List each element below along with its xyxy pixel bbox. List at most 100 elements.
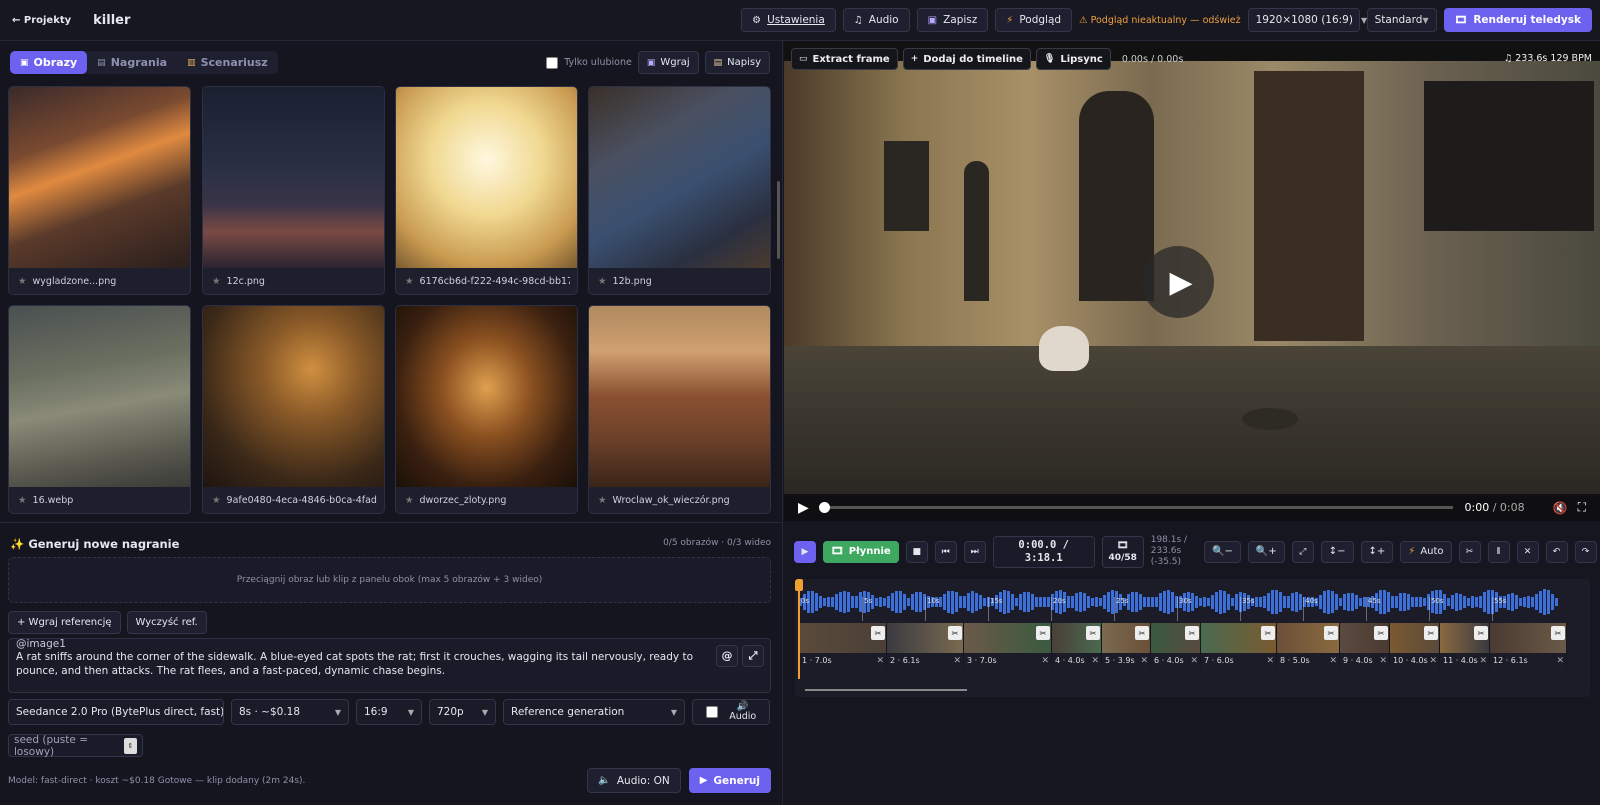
scissors-icon[interactable]: ✂	[948, 626, 962, 640]
back-to-projects-link[interactable]: ← Projekty	[12, 15, 71, 26]
video-progress-track[interactable]	[818, 502, 1453, 513]
image-card[interactable]: ★ dworzec_zloty.png	[395, 305, 578, 514]
play-icon[interactable]: ▶	[798, 500, 809, 516]
scissors-icon[interactable]: ✂	[1261, 626, 1275, 640]
grid-scrollbar[interactable]	[777, 181, 780, 259]
tab-script[interactable]: ▥ Scenariusz	[177, 51, 278, 74]
stop-icon[interactable]: ■	[905, 540, 928, 563]
timeline-clip[interactable]: ✂ 6 · 4.0s ✕	[1151, 623, 1201, 669]
star-icon[interactable]: ★	[598, 495, 607, 506]
remove-clip-icon[interactable]: ✕	[1556, 656, 1564, 666]
star-icon[interactable]: ★	[212, 495, 221, 506]
upload-button[interactable]: ▣ Wgraj	[637, 51, 699, 74]
scissors-icon[interactable]: ✂	[1036, 626, 1050, 640]
expand-icon[interactable]: ⤢	[742, 645, 764, 667]
extract-frame-button[interactable]: ▭ Extract frame	[791, 48, 898, 70]
playhead[interactable]	[795, 579, 803, 679]
play-icon[interactable]: ▶	[794, 540, 816, 563]
timeline-clip[interactable]: ✂ 1 · 7.0s ✕	[799, 623, 887, 669]
preview-outdated-warning[interactable]: ⚠ Podgląd nieaktualny — odśwież	[1079, 15, 1241, 26]
preview-button[interactable]: ⚡ Podgląd	[995, 8, 1073, 32]
skip-back-icon[interactable]: ⏮	[934, 540, 957, 563]
timeline-clip[interactable]: ✂ 5 · 3.9s ✕	[1102, 623, 1151, 669]
scissors-icon[interactable]: ✂	[1374, 626, 1388, 640]
shrink-height-button[interactable]: ↕−	[1320, 540, 1354, 563]
smooth-toggle-button[interactable]: 🎞 Płynnie	[823, 540, 899, 563]
scissors-icon[interactable]: ✂	[1458, 540, 1481, 563]
audio-button[interactable]: ♫ Audio	[842, 8, 910, 32]
remove-clip-icon[interactable]: ✕	[1140, 656, 1148, 666]
mute-icon[interactable]: 🔇	[1553, 501, 1568, 515]
remove-clip-icon[interactable]: ✕	[1041, 656, 1049, 666]
remove-clip-icon[interactable]: ✕	[1266, 656, 1274, 666]
grow-height-button[interactable]: ↕+	[1360, 540, 1394, 563]
star-icon[interactable]: ★	[405, 276, 414, 287]
timeline-scrollbar[interactable]	[805, 689, 967, 691]
reference-dropzone[interactable]: Przeciągnij obraz lub klip z panelu obok…	[8, 557, 771, 603]
skip-forward-icon[interactable]: ⏭	[963, 540, 986, 563]
timeline-clip[interactable]: ✂ 2 · 6.1s ✕	[887, 623, 964, 669]
big-play-button[interactable]: ▶	[1142, 246, 1214, 318]
generate-button[interactable]: ▶ Generuj	[688, 768, 771, 793]
timeline-clip[interactable]: ✂ 10 · 4.0s ✕	[1390, 623, 1440, 669]
auto-button[interactable]: ⚡ Auto	[1400, 540, 1452, 563]
remove-clip-icon[interactable]: ✕	[1329, 656, 1337, 666]
clear-reference-button[interactable]: Wyczyść ref.	[126, 611, 207, 634]
image-card[interactable]: ★ wygladzone...png	[8, 86, 191, 295]
timeline-clip[interactable]: ✂ 8 · 5.0s ✕	[1277, 623, 1340, 669]
favorites-only-checkbox[interactable]	[546, 56, 559, 69]
image-card[interactable]: ★9afe0480-4eca-4846-b0ca-4fad56...	[202, 305, 385, 514]
scissors-icon[interactable]: ✂	[1424, 626, 1438, 640]
split-icon[interactable]: ⦀	[1487, 540, 1510, 563]
fullscreen-icon[interactable]: ⛶	[1578, 500, 1586, 515]
fit-icon[interactable]: ⤢	[1291, 540, 1314, 563]
upload-reference-button[interactable]: + Wgraj referencję	[8, 611, 121, 634]
timeline-track-area[interactable]: 0s 5s 10s 15s 20s 25s 30s 35s 40s 45s 50s 55s ✂ 1 · …	[795, 579, 1590, 697]
image-card[interactable]: ★ 12b.png	[588, 86, 771, 295]
remove-clip-icon[interactable]: ✕	[1379, 656, 1387, 666]
audio-on-button[interactable]: 🔈 Audio: ON	[587, 768, 681, 793]
star-icon[interactable]: ★	[598, 276, 607, 287]
remove-clip-icon[interactable]: ✕	[1429, 656, 1437, 666]
remove-clip-icon[interactable]: ✕	[876, 656, 884, 666]
redo-icon[interactable]: ↷	[1574, 540, 1597, 563]
mention-button[interactable]: @	[716, 645, 738, 667]
video-player[interactable]: ▭ Extract frame + Dodaj do timeline 🎙 Lipsy…	[784, 41, 1600, 521]
scissors-icon[interactable]: ✂	[1086, 626, 1100, 640]
timeline-clip[interactable]: ✂ 11 · 4.0s ✕	[1440, 623, 1490, 669]
mode-select[interactable]: Reference generation ▼	[503, 699, 685, 725]
image-card[interactable]: ★6176cb6d-f222-494c-98cd-bb1733...	[395, 86, 578, 295]
save-button[interactable]: ▣ Zapisz	[916, 8, 989, 32]
image-card[interactable]: ★ 16.webp	[8, 305, 191, 514]
image-card[interactable]: ★ Wroclaw_ok_wieczór.png	[588, 305, 771, 514]
add-to-timeline-button[interactable]: + Dodaj do timeline	[902, 48, 1031, 70]
settings-button[interactable]: ⚙ Ustawienia	[741, 8, 836, 32]
remove-clip-icon[interactable]: ✕	[1190, 656, 1198, 666]
lipsync-button[interactable]: 🎙 Lipsync	[1035, 48, 1111, 70]
resolution-select[interactable]: 1920×1080 (16:9) ▼	[1247, 8, 1367, 32]
stepper-icon[interactable]: ⇕	[123, 737, 137, 754]
aspect-select[interactable]: 16:9 ▼	[356, 699, 422, 725]
timeline-clip[interactable]: ✂ 3 · 7.0s ✕	[964, 623, 1052, 669]
timeline-clip[interactable]: ✂ 4 · 4.0s ✕	[1052, 623, 1102, 669]
delete-icon[interactable]: ✕	[1516, 540, 1539, 563]
image-card[interactable]: ★ 12c.png	[202, 86, 385, 295]
scissors-icon[interactable]: ✂	[1185, 626, 1199, 640]
star-icon[interactable]: ★	[212, 276, 221, 287]
scissors-icon[interactable]: ✂	[1324, 626, 1338, 640]
seed-input[interactable]: seed (puste = losowy) ⇕	[8, 734, 143, 758]
scissors-icon[interactable]: ✂	[871, 626, 885, 640]
remove-clip-icon[interactable]: ✕	[1091, 656, 1099, 666]
audio-checkbox[interactable]	[705, 706, 718, 718]
timeline-clip[interactable]: ✂ 9 · 4.0s ✕	[1340, 623, 1390, 669]
duration-select[interactable]: 8s · ~$0.18 ▼	[231, 699, 349, 725]
timeline-clip[interactable]: ✂ 7 · 6.0s ✕	[1201, 623, 1277, 669]
timeline-clip[interactable]: ✂ 12 · 6.1s ✕	[1490, 623, 1567, 669]
tab-images[interactable]: ▣ Obrazy	[10, 51, 88, 74]
scissors-icon[interactable]: ✂	[1551, 626, 1565, 640]
captions-button[interactable]: ▤ Napisy	[704, 51, 770, 74]
zoom-out-button[interactable]: 🔍−	[1204, 540, 1241, 563]
scissors-icon[interactable]: ✂	[1474, 626, 1488, 640]
resolution-select[interactable]: 720p ▼	[429, 699, 496, 725]
tab-recordings[interactable]: ▤ Nagrania	[87, 51, 177, 74]
